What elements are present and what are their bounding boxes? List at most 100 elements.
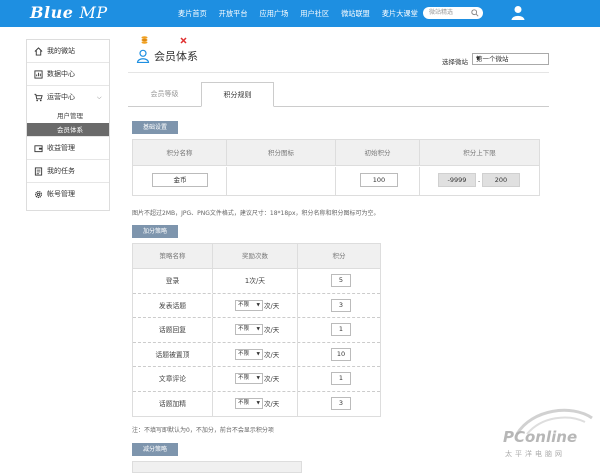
points-name-input[interactable]: 金币 xyxy=(152,173,208,187)
search-input[interactable]: 微站精选 xyxy=(429,7,453,19)
points-input[interactable]: 1 xyxy=(331,323,351,336)
task-icon xyxy=(34,167,43,176)
per-day-label: 次/天 xyxy=(264,375,280,383)
nav-item-app-square[interactable]: 应用广场 xyxy=(260,0,289,27)
sidebar-item-data-center[interactable]: 数据中心 xyxy=(27,63,109,86)
search-box[interactable]: 微站精选 xyxy=(423,7,483,19)
cart-icon xyxy=(34,93,43,102)
coin-icon[interactable] xyxy=(141,36,148,44)
sidebar-item-revenue[interactable]: 收益管理 xyxy=(27,137,109,160)
per-day-label: 次/天 xyxy=(264,399,280,408)
upload-note: 图片不超过2MB，JPG、PNG文件格式，建议尺寸：18*18px，积分名称和积… xyxy=(132,210,380,217)
strategy-name: 话题被置顶 xyxy=(133,342,213,366)
frequency-select[interactable]: 不限 ▼ xyxy=(235,299,263,311)
tab-member-level[interactable]: 会员等级 xyxy=(128,82,201,107)
main-nav: 麦片首页 开放平台 应用广场 用户社区 微站联盟 麦片大课堂 xyxy=(178,0,430,27)
sidebar-item-tasks[interactable]: 我的任务 xyxy=(27,160,109,183)
column-header: 奖励次数 xyxy=(213,244,298,268)
table-cell xyxy=(227,167,336,196)
site-select[interactable]: 第一个微站 ▼ xyxy=(472,53,549,65)
table-row: 话题被置顶 不限 ▼ 次/天 10 xyxy=(133,342,380,367)
frequency-select-value: 不限 xyxy=(238,350,250,357)
points-input[interactable]: 5 xyxy=(331,274,351,287)
frequency-select[interactable]: 不限 ▼ xyxy=(235,397,263,409)
table-cell: 100 xyxy=(336,167,420,196)
frequency-select-value: 不限 xyxy=(238,399,250,406)
frequency-select[interactable]: 不限 ▼ xyxy=(235,348,263,360)
nav-item-home[interactable]: 麦片首页 xyxy=(178,0,207,27)
column-header: 积分上下限 xyxy=(463,149,496,157)
table-cell: 金币 xyxy=(133,167,227,196)
table-row: 发表话题 不限 ▼ 次/天 3 xyxy=(133,293,380,318)
chevron-down-icon: ▼ xyxy=(256,351,260,357)
nav-item-alliance[interactable]: 微站联盟 xyxy=(341,0,370,27)
per-day-label: 次/天 xyxy=(264,350,280,359)
per-day-label: 次/天 xyxy=(264,326,280,334)
table-row: 话题回复 不限 ▼ 次/天 1 xyxy=(133,318,380,343)
logo[interactable]: Blue MP xyxy=(30,3,108,22)
strategy-name: 话题回复 xyxy=(133,318,213,342)
wallet-icon xyxy=(34,145,43,153)
frequency-select-value: 不限 xyxy=(238,301,250,308)
sidebar-subitem-membership[interactable]: 会员体系 xyxy=(27,123,109,137)
chevron-down-icon[interactable]: ⌵ xyxy=(97,86,102,109)
section-basic-settings: 基础设置 xyxy=(132,121,178,134)
sidebar-item-label: 我的任务 xyxy=(47,167,75,175)
sidebar-item-label: 我的微站 xyxy=(47,47,75,55)
section-add-points: 加分策略 xyxy=(132,225,178,238)
column-header: 积分名称 xyxy=(133,140,227,166)
minus-points-table xyxy=(132,461,302,473)
sidebar-item-label: 收益管理 xyxy=(47,144,75,152)
points-input[interactable]: 10 xyxy=(331,347,351,361)
table-row: 登录 1次/天 5 xyxy=(133,269,380,294)
points-input[interactable]: 1 xyxy=(331,372,351,385)
member-icon xyxy=(136,49,150,63)
points-input[interactable]: 3 xyxy=(331,396,351,410)
frequency-select[interactable]: 不限 ▼ xyxy=(235,373,263,384)
sidebar-item-label: 帐号管理 xyxy=(47,190,75,198)
watermark-text: PConline xyxy=(503,428,578,446)
basic-settings-table: 积分名称 积分图标 初始积分 积分上下限 金币 100 -9999 - 200 xyxy=(132,139,540,196)
initial-points-input[interactable]: 100 xyxy=(360,173,398,187)
chevron-down-icon: ▼ xyxy=(256,302,260,308)
sidebar-item-my-site[interactable]: 我的微站 xyxy=(27,40,109,63)
tab-points-rules[interactable]: 积分规则 xyxy=(201,82,274,107)
chart-icon xyxy=(34,70,43,79)
nav-item-community[interactable]: 用户社区 xyxy=(300,0,329,27)
column-header: 策略名称 xyxy=(133,244,213,268)
sidebar-item-account[interactable]: 帐号管理 xyxy=(27,183,109,206)
max-points-input[interactable]: 200 xyxy=(482,173,520,187)
home-icon xyxy=(34,47,43,56)
table-header: 积分名称 积分图标 初始积分 积分上下限 xyxy=(133,140,539,166)
frequency-select[interactable]: 不限 ▼ xyxy=(235,324,263,335)
frequency-select-value: 不限 xyxy=(238,375,250,381)
divider xyxy=(128,72,549,73)
sidebar-item-operations[interactable]: 运营中心 ⌵ xyxy=(27,86,109,109)
add-points-note: 注：不填写即默认为0，不加分，前台不会显示积分项 xyxy=(132,427,274,434)
strategy-name: 发表话题 xyxy=(133,293,213,317)
strategy-name: 登录 xyxy=(133,269,213,293)
sidebar-subitem-user-management[interactable]: 用户管理 xyxy=(27,109,109,123)
table-row: 文章评论 不限 ▼ 次/天 1 xyxy=(133,367,380,392)
strategy-name: 文章评论 xyxy=(133,367,213,391)
section-minus-points: 减分策略 xyxy=(132,443,178,456)
chevron-down-icon: ▼ xyxy=(256,400,260,406)
frequency-select-value: 不限 xyxy=(238,326,250,332)
search-icon[interactable] xyxy=(471,9,479,17)
watermark-subtext: 太平洋电脑网 xyxy=(505,450,565,458)
min-points-input[interactable]: -9999 xyxy=(438,173,476,187)
chevron-down-icon: ▼ xyxy=(256,376,260,381)
user-icon[interactable] xyxy=(511,5,525,20)
top-navbar: Blue MP 麦片首页 开放平台 应用广场 用户社区 微站联盟 麦片大课堂 微… xyxy=(0,0,600,27)
chevron-down-icon: ▼ xyxy=(476,56,480,62)
nav-item-open-platform[interactable]: 开放平台 xyxy=(219,0,248,27)
table-row: 话题加精 不限 ▼ 次/天 3 xyxy=(133,391,380,416)
sidebar-item-label: 运营中心 xyxy=(47,93,75,101)
column-header: 积分图标 xyxy=(227,140,336,166)
chevron-down-icon: ▼ xyxy=(256,327,260,332)
delete-icon[interactable] xyxy=(180,37,187,44)
points-input[interactable]: 3 xyxy=(331,298,351,312)
add-points-table: 策略名称 奖励次数 积分 登录 1次/天 5 发表话题 不限 ▼ 次/天 3 话题… xyxy=(132,243,381,417)
reward-frequency: 1次/天 xyxy=(213,269,298,293)
nav-item-classroom[interactable]: 麦片大课堂 xyxy=(382,0,418,27)
